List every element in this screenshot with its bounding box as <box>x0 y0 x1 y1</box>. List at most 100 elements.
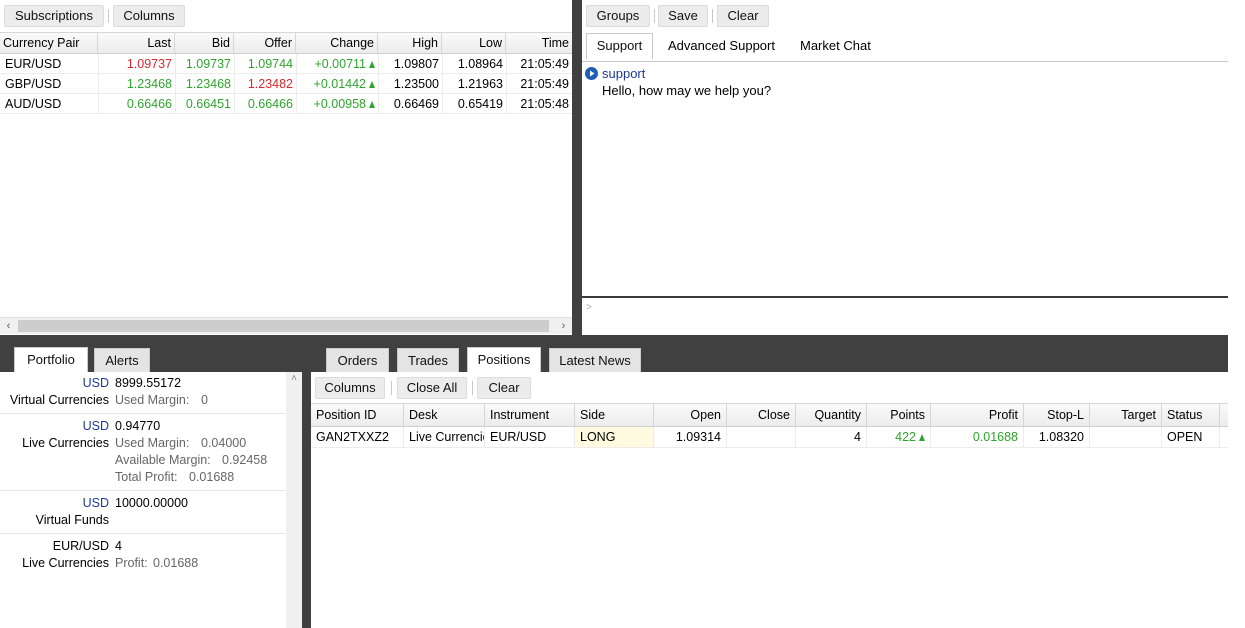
cell-bid: 1.09737 <box>185 57 231 71</box>
clear-button[interactable]: Clear <box>717 5 769 27</box>
portfolio-detail-label: Used Margin: <box>115 393 190 407</box>
vertical-splitter-bottom[interactable] <box>302 372 311 628</box>
close-all-button[interactable]: Close All <box>397 377 467 399</box>
portfolio-currency: EUR/USD <box>52 539 109 553</box>
chat-sender[interactable]: support <box>602 66 645 81</box>
subscriptions-button[interactable]: Subscriptions <box>4 5 104 27</box>
col-points[interactable]: Points <box>867 404 931 426</box>
portfolio-detail-label: Profit: <box>115 556 148 570</box>
portfolio-block[interactable]: USD 10000.00000 Virtual Funds <box>0 492 286 534</box>
tab-alerts[interactable]: Alerts <box>94 348 150 372</box>
toolbar-separator <box>712 9 713 23</box>
table-row[interactable]: GAN2TXXZ2 Live Currencies EUR/USD LONG 1… <box>311 427 1228 448</box>
horizontal-scrollbar[interactable]: ‹ › <box>0 317 572 334</box>
portfolio-name: Live Currencies <box>22 556 109 570</box>
cell-offer: 0.66466 <box>247 97 293 111</box>
tab-positions[interactable]: Positions <box>467 347 541 373</box>
col-high[interactable]: High <box>378 33 442 54</box>
cell-profit: 0.01688 <box>931 427 1024 447</box>
tab-trades[interactable]: Trades <box>397 348 459 372</box>
portfolio-detail-value: 0 <box>201 393 208 407</box>
scroll-up-icon[interactable]: ˄ <box>286 372 302 386</box>
tab-advanced-support[interactable]: Advanced Support <box>668 38 775 53</box>
col-low[interactable]: Low <box>442 33 506 54</box>
cell-time: 21:05:48 <box>520 97 569 111</box>
portfolio-amount: 8999.55172 <box>115 376 182 390</box>
col-quantity[interactable]: Quantity <box>796 404 867 426</box>
table-row[interactable]: AUD/USD 0.66466 0.66451 0.66466 +0.00958… <box>0 94 572 114</box>
cell-quantity: 4 <box>796 427 867 447</box>
groups-button[interactable]: Groups <box>586 5 650 27</box>
cell-position-id: GAN2TXXZ2 <box>311 427 404 447</box>
scroll-left-icon[interactable]: ‹ <box>0 318 17 334</box>
cell-stop-loss: 1.08320 <box>1024 427 1090 447</box>
col-open[interactable]: Open <box>654 404 727 426</box>
cell-last: 1.09737 <box>126 57 172 71</box>
col-profit[interactable]: Profit <box>931 404 1024 426</box>
col-time[interactable]: Time <box>506 33 572 54</box>
change-value: +0.00958 <box>313 97 366 111</box>
cell-side: LONG <box>575 427 654 447</box>
portfolio-amount: 10000.00000 <box>115 496 188 510</box>
portfolio-block[interactable]: USD 0.94770 Live Currencies Used Margin:… <box>0 415 286 491</box>
up-arrow-icon <box>919 434 925 441</box>
portfolio-block[interactable]: EUR/USD 4 Live Currencies Profit: 0.0168… <box>0 535 286 577</box>
quotes-table-header: Currency Pair Last Bid Offer Change High… <box>0 32 572 54</box>
cell-open: 1.09314 <box>654 427 727 447</box>
positions-table-header: Position ID Desk Instrument Side Open Cl… <box>311 403 1228 427</box>
col-side[interactable]: Side <box>575 404 654 426</box>
cell-close <box>727 427 796 447</box>
tab-portfolio[interactable]: Portfolio <box>14 347 88 373</box>
cell-status: OPEN <box>1162 427 1220 447</box>
col-desk[interactable]: Desk <box>404 404 485 426</box>
cell-low: 0.65419 <box>457 97 503 111</box>
save-button[interactable]: Save <box>658 5 708 27</box>
portfolio-detail-value: 0.92458 <box>222 453 268 467</box>
tab-latest-news[interactable]: Latest News <box>549 348 641 372</box>
portfolio-block[interactable]: USD 8999.55172 Virtual Currencies Used M… <box>0 372 286 414</box>
col-status[interactable]: Status <box>1162 404 1220 426</box>
portfolio-detail-value: 0.01688 <box>153 556 199 570</box>
table-row[interactable]: GBP/USD 1.23468 1.23468 1.23482 +0.01442… <box>0 74 572 94</box>
cell-target <box>1090 427 1162 447</box>
col-last[interactable]: Last <box>98 33 175 54</box>
tab-support[interactable]: Support <box>586 33 653 59</box>
col-close[interactable]: Close <box>727 404 796 426</box>
toolbar-separator <box>654 9 655 23</box>
tab-market-chat[interactable]: Market Chat <box>800 38 871 53</box>
portfolio-amount: 4 <box>115 539 122 553</box>
col-bid[interactable]: Bid <box>175 33 234 54</box>
col-target[interactable]: Target <box>1090 404 1162 426</box>
chat-input[interactable]: > <box>582 298 1228 335</box>
col-change[interactable]: Change <box>296 33 378 54</box>
portfolio-scrollbar[interactable]: ˄ <box>286 372 302 628</box>
portfolio-name: Virtual Funds <box>35 513 109 527</box>
change-value: +0.00711 <box>314 57 366 71</box>
portfolio-currency: USD <box>82 376 109 390</box>
portfolio-currency: USD <box>82 496 109 510</box>
up-arrow-icon <box>369 61 375 68</box>
portfolio-panel: USD 8999.55172 Virtual Currencies Used M… <box>0 372 302 628</box>
vertical-splitter[interactable] <box>572 0 582 335</box>
portfolio-detail-label: Available Margin: <box>115 453 211 467</box>
cell-bid: 1.23468 <box>185 77 231 91</box>
clear-button[interactable]: Clear <box>477 377 531 399</box>
cell-pair: GBP/USD <box>5 77 62 91</box>
quotes-panel: Subscriptions Columns Currency Pair Last… <box>0 0 572 335</box>
table-row[interactable]: EUR/USD 1.09737 1.09737 1.09744 +0.00711… <box>0 54 572 74</box>
portfolio-detail-label: Used Margin: <box>115 436 190 450</box>
cell-change: +0.01442 <box>296 74 378 94</box>
columns-button[interactable]: Columns <box>315 377 385 399</box>
col-currency-pair[interactable]: Currency Pair <box>0 33 98 54</box>
tab-orders[interactable]: Orders <box>326 348 389 372</box>
columns-button[interactable]: Columns <box>113 5 185 27</box>
chat-tab-strip: Support Advanced Support Market Chat <box>582 32 1228 62</box>
col-offer[interactable]: Offer <box>234 33 296 54</box>
scrollbar-thumb[interactable] <box>18 320 549 332</box>
col-position-id[interactable]: Position ID <box>311 404 404 426</box>
col-instrument[interactable]: Instrument <box>485 404 575 426</box>
scroll-right-icon[interactable]: › <box>555 318 572 334</box>
col-stop-loss[interactable]: Stop-L <box>1024 404 1090 426</box>
cell-desk: Live Currencies <box>404 427 485 447</box>
chat-message-text: Hello, how may we help you? <box>602 83 772 98</box>
